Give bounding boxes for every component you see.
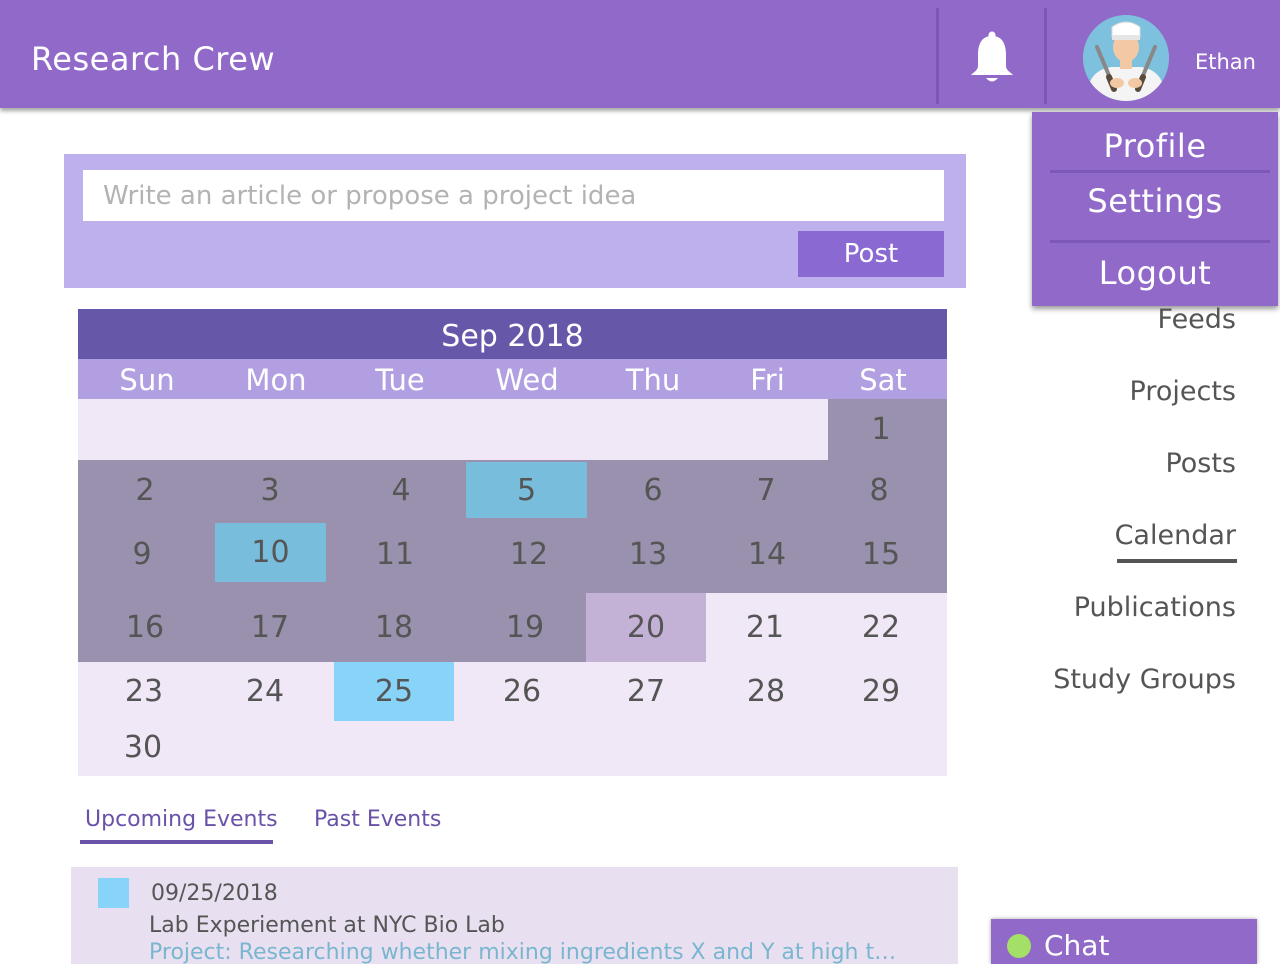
calendar-day[interactable]: 24 — [208, 662, 322, 721]
menu-item-profile[interactable]: Profile — [1032, 127, 1278, 165]
calendar-day[interactable]: 8 — [822, 460, 936, 521]
chat-button[interactable]: Chat — [991, 919, 1257, 964]
weekday-header: Sun — [78, 359, 216, 399]
calendar-day[interactable]: 9 — [78, 521, 206, 587]
calendar-day[interactable]: 23 — [78, 662, 210, 721]
calendar-day-event[interactable]: 5 — [466, 462, 587, 518]
calendar-day[interactable]: 2 — [78, 460, 212, 521]
header-divider — [1044, 8, 1047, 104]
calendar-day[interactable]: 21 — [706, 593, 824, 662]
calendar-day-today[interactable]: 20 — [586, 593, 706, 662]
weekday-header: Wed — [464, 359, 590, 399]
calendar-day[interactable]: 1 — [828, 399, 934, 460]
online-status-dot — [1007, 934, 1031, 958]
nav-item-publications[interactable]: Publications — [1074, 592, 1236, 623]
event-title: Lab Experiement at NYC Bio Lab — [149, 913, 505, 938]
calendar-day[interactable]: 28 — [708, 662, 824, 721]
nav-item-feeds[interactable]: Feeds — [1158, 304, 1236, 335]
calendar-day[interactable]: 11 — [336, 521, 454, 587]
tab-upcoming-events[interactable]: Upcoming Events — [85, 807, 278, 832]
calendar-day-event[interactable]: 25 — [334, 662, 454, 721]
top-header: Research Crew Ethan — [0, 0, 1280, 108]
calendar-day[interactable]: 7 — [716, 460, 816, 521]
calendar-day[interactable]: 18 — [334, 593, 454, 662]
calendar-day[interactable]: 3 — [212, 460, 328, 521]
event-date: 09/25/2018 — [151, 881, 278, 906]
post-button[interactable]: Post — [798, 231, 944, 277]
weekday-header: Thu — [590, 359, 716, 399]
user-avatar[interactable] — [1083, 15, 1169, 101]
weekday-header: Fri — [716, 359, 819, 399]
calendar-day[interactable]: 26 — [462, 662, 582, 721]
menu-separator — [1050, 170, 1270, 173]
calendar-month-label: Sep 2018 — [78, 309, 947, 359]
username[interactable]: Ethan — [1195, 50, 1256, 74]
calendar-day[interactable]: 27 — [586, 662, 706, 721]
calendar-day[interactable]: 14 — [712, 521, 822, 587]
app-title[interactable]: Research Crew — [31, 40, 275, 78]
calendar-day[interactable]: 30 — [78, 721, 208, 773]
calendar-day[interactable]: 4 — [340, 460, 462, 521]
event-description[interactable]: Project: Researching whether mixing ingr… — [149, 940, 909, 964]
menu-separator — [1050, 240, 1270, 243]
nav-item-calendar[interactable]: Calendar — [1115, 520, 1236, 551]
menu-item-logout[interactable]: Logout — [1032, 254, 1278, 292]
calendar-day[interactable]: 29 — [822, 662, 940, 721]
active-nav-indicator — [1117, 559, 1237, 563]
tab-past-events[interactable]: Past Events — [314, 807, 441, 832]
calendar-day[interactable]: 19 — [464, 593, 586, 662]
post-composer: Post — [64, 154, 966, 288]
calendar-day[interactable]: 16 — [78, 593, 212, 662]
header-divider — [936, 8, 939, 104]
calendar-day[interactable]: 17 — [212, 593, 328, 662]
weekday-header: Sat — [819, 359, 947, 399]
chat-label: Chat — [1044, 929, 1110, 962]
nav-item-projects[interactable]: Projects — [1130, 376, 1236, 407]
post-input[interactable] — [83, 170, 944, 221]
user-dropdown-menu: Profile Settings Logout — [1032, 112, 1278, 306]
event-color-swatch — [98, 878, 129, 908]
active-tab-indicator — [80, 840, 273, 844]
weekday-header: Mon — [216, 359, 336, 399]
bell-icon[interactable] — [968, 30, 1016, 86]
nav-item-posts[interactable]: Posts — [1165, 448, 1236, 479]
event-card[interactable]: 09/25/2018 Lab Experiement at NYC Bio La… — [71, 867, 958, 964]
nav-item-study-groups[interactable]: Study Groups — [1053, 664, 1236, 695]
calendar-day[interactable]: 6 — [592, 460, 714, 521]
weekday-header: Tue — [336, 359, 464, 399]
calendar-day[interactable]: 13 — [588, 521, 708, 587]
calendar-day-event[interactable]: 10 — [215, 523, 326, 582]
calendar-day[interactable]: 12 — [466, 521, 592, 587]
menu-item-settings[interactable]: Settings — [1032, 182, 1278, 220]
calendar-day[interactable]: 15 — [822, 521, 940, 587]
calendar-day[interactable]: 22 — [822, 593, 940, 662]
